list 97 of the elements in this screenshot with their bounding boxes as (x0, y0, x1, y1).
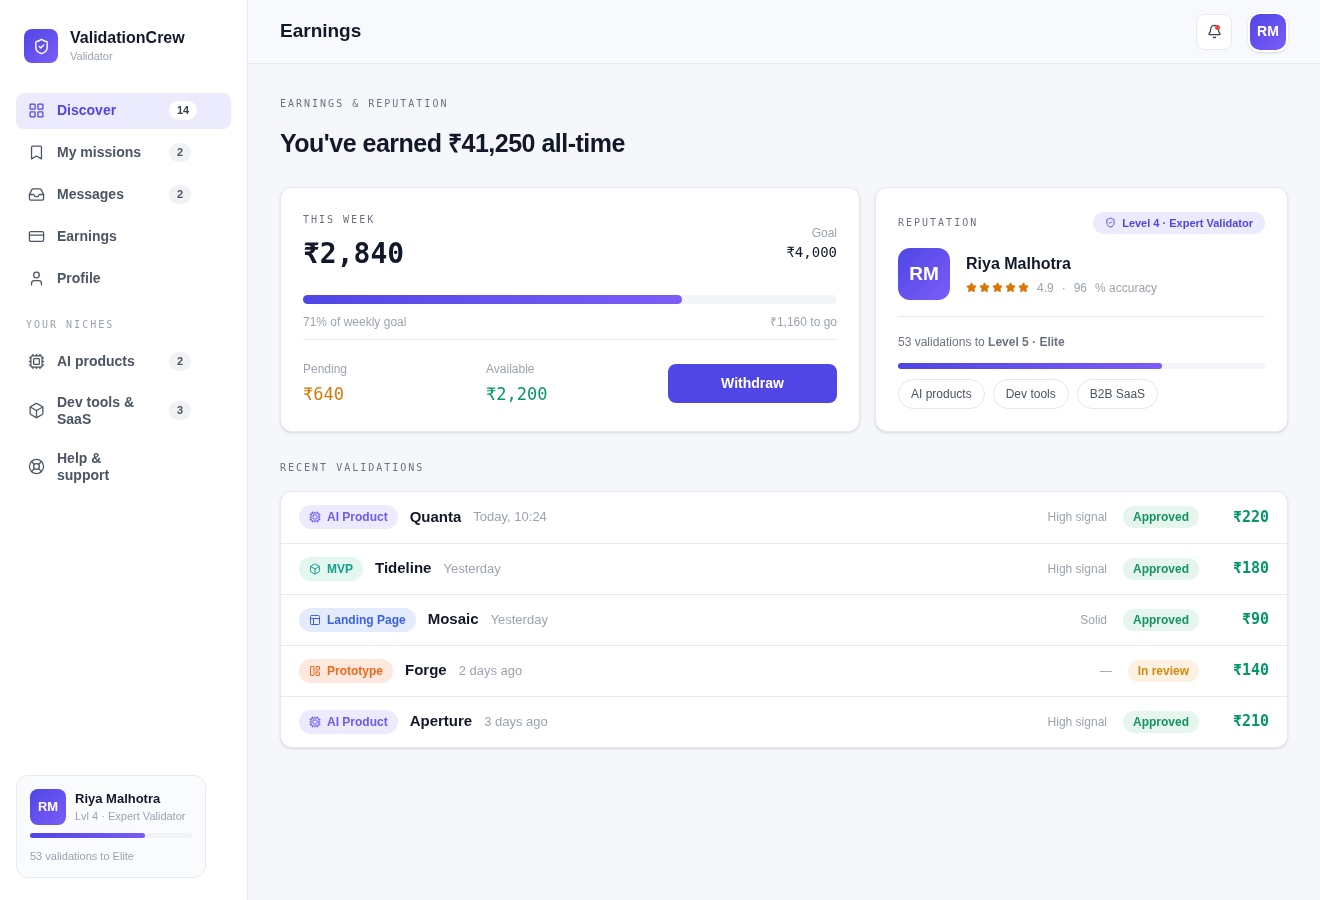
pending-amount: ₹640 (303, 382, 345, 406)
sidebar-item[interactable]: My missions 2 (16, 134, 231, 171)
validation-row[interactable]: Landing Page Mosaic Yesterday Solid Approved ₹90 (281, 593, 1287, 645)
separator-dot: · (1061, 279, 1066, 297)
page-title: Earnings (280, 19, 363, 44)
section-heading: RECENT VALIDATIONS (280, 460, 426, 475)
sidebar-item[interactable]: Dev tools & SaaS 3 (16, 385, 231, 436)
progress-caption: 53 validations to Level 5 · Elite (898, 334, 1066, 351)
card-label: REPUTATION (898, 216, 979, 231)
accuracy-label: % accuracy (1095, 279, 1158, 297)
avatar[interactable]: RM (1248, 11, 1288, 52)
status-badge: Approved (1123, 557, 1199, 580)
time-text: Yesterday (490, 610, 549, 629)
bell-icon (1206, 24, 1222, 39)
chip-icon (309, 511, 321, 523)
validation-row[interactable]: MVP Tideline Yesterday High signal Approved ₹180 (281, 542, 1287, 594)
signal-text: — (1099, 662, 1112, 680)
available-label: Available (486, 360, 536, 378)
type-tag: AI Product (299, 709, 398, 734)
type-tag: MVP (299, 556, 363, 581)
type-tag: Prototype (299, 658, 393, 683)
week-amount: ₹2,840 (303, 235, 405, 272)
signal-text: High signal (1047, 713, 1107, 731)
sidebar-item[interactable]: Profile (16, 260, 231, 297)
time-text: Today, 10:24 (473, 508, 548, 527)
headline: You've earned ₹41,250 all-time (280, 128, 626, 159)
user-icon (28, 270, 45, 287)
avatar: RM (898, 248, 950, 300)
project-name: Quanta (409, 506, 462, 527)
user-name: Riya Malhotra (75, 789, 162, 808)
eyebrow-label: EARNINGS & REPUTATION (280, 97, 450, 111)
signal-text: Solid (1080, 611, 1107, 629)
withdraw-button[interactable]: Withdraw (668, 363, 837, 403)
sidebar-item[interactable]: Discover 14 (16, 92, 231, 129)
bookmark-icon (28, 144, 45, 161)
count-badge: 2 (169, 185, 192, 204)
project-name: Tideline (375, 558, 432, 579)
signal-text: High signal (1047, 560, 1107, 578)
grid-icon (28, 102, 45, 119)
amount-text: ₹90 (1240, 609, 1269, 631)
goal-amount: ₹4,000 (786, 242, 837, 262)
user-level: Lvl 4 · Expert Validator (75, 809, 186, 824)
amount-text: ₹210 (1231, 711, 1269, 733)
count-badge: 14 (169, 101, 198, 120)
chip-icon (309, 715, 321, 728)
sidebar-item[interactable]: AI products 2 (16, 343, 231, 380)
status-badge: In review (1127, 659, 1199, 682)
sidebar-item[interactable]: Messages 2 (16, 176, 231, 213)
chip-icon (28, 353, 45, 370)
card-icon (28, 228, 45, 245)
section-heading: YOUR NICHES (25, 317, 116, 332)
type-tag: Landing Page (299, 607, 416, 632)
brand-role: Validator (70, 49, 114, 64)
inbox-icon (28, 186, 45, 203)
amount-text: ₹180 (1231, 558, 1269, 580)
user-name: Riya Malhotra (966, 253, 1072, 274)
goal-label: Goal (811, 224, 837, 242)
project-name: Mosaic (427, 609, 479, 630)
avatar: RM (30, 788, 66, 825)
validation-row[interactable]: Prototype Forge 2 days ago — In review ₹140 (281, 644, 1287, 696)
accuracy-value: 96 (1073, 279, 1088, 297)
shield-icon (1105, 217, 1117, 229)
lifebuoy-icon (28, 458, 45, 475)
cube-icon (309, 562, 321, 575)
cube-icon (28, 402, 45, 419)
project-name: Forge (405, 660, 447, 681)
rating-value: 4.9 (1037, 279, 1054, 297)
brand-name: ValidationCrew (70, 28, 185, 48)
amount-text: ₹220 (1231, 506, 1269, 528)
status-badge: Approved (1123, 710, 1199, 733)
signal-text: High signal (1047, 509, 1107, 526)
status-badge: Approved (1123, 608, 1199, 631)
sidebar-item[interactable]: Help & support (16, 441, 231, 492)
progress-caption: 53 validations to Elite (30, 848, 135, 864)
pending-label: Pending (303, 360, 349, 378)
count-badge: 2 (169, 352, 192, 371)
time-text: Yesterday (443, 559, 502, 578)
level-badge: Level 4 · Expert Validator (1093, 211, 1265, 234)
available-amount: ₹2,200 (486, 382, 549, 406)
validation-row[interactable]: AI Product Aperture 3 days ago High signal Approved ₹210 (281, 695, 1287, 747)
validation-row[interactable]: AI Product Quanta Today, 10:24 High signal Approved ₹220 (281, 491, 1287, 543)
count-badge: 2 (169, 143, 192, 162)
type-tag: AI Product (299, 505, 398, 529)
remaining-text: ₹1,160 to go (769, 313, 837, 331)
progress-caption: 71% of weekly goal (303, 313, 407, 331)
status-badge: Approved (1123, 506, 1199, 528)
sidebar-item[interactable]: Earnings (16, 218, 231, 255)
time-text: 2 days ago (458, 661, 524, 680)
card-label: THIS WEEK (303, 212, 377, 227)
project-name: Aperture (409, 711, 473, 732)
layout-icon (309, 664, 321, 677)
amount-text: ₹140 (1231, 660, 1269, 682)
logo-icon (24, 29, 58, 64)
time-text: 3 days ago (484, 712, 549, 731)
notification-button[interactable] (1196, 13, 1232, 50)
layout-icon (309, 613, 321, 626)
count-badge: 3 (169, 401, 192, 420)
